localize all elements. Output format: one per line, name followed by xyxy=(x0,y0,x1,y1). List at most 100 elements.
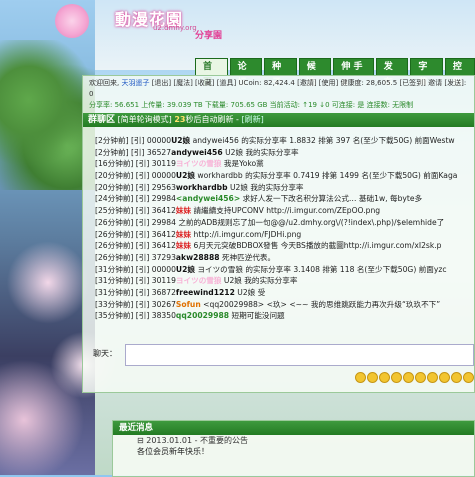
chat-message-list: [2分钟前] [引] 00000U2娘 andywei456 的实际分享率 1.… xyxy=(95,135,474,322)
message-time: [25分钟前] xyxy=(95,206,134,216)
message-user[interactable]: U2娘 xyxy=(176,265,195,274)
quote-link[interactable]: [引] xyxy=(136,194,150,203)
main-panel: 欢迎回来, 天羽遥子 [退出] [魔法] [收藏] [道具] UCoin: 82… xyxy=(82,75,475,393)
message-user[interactable]: ヨイツの雪狼 xyxy=(176,159,222,168)
smile-icon[interactable] xyxy=(379,372,390,383)
user-id: 30267 xyxy=(151,299,176,309)
message-user[interactable]: 妹妹 xyxy=(176,206,191,215)
nav-home[interactable]: 首 页 xyxy=(195,58,228,88)
user-id: 30119 xyxy=(151,159,176,169)
flower-icon xyxy=(55,4,89,38)
message-user[interactable]: freewind1212 xyxy=(176,288,235,297)
site-logo[interactable]: 動漫花園 u2.dmhy.org 分享園 xyxy=(55,4,225,41)
smile-icon[interactable] xyxy=(463,372,474,383)
quote-link[interactable]: [引] xyxy=(136,288,150,297)
message-time: [26分钟前] xyxy=(95,217,134,227)
quote-link[interactable]: [引] xyxy=(131,136,145,145)
quote-link[interactable]: [引] xyxy=(136,230,150,239)
nav-torrents[interactable]: 种 子 xyxy=(264,58,297,88)
smile-icon[interactable] xyxy=(451,372,462,383)
logo-domain: u2.dmhy.org xyxy=(153,24,197,32)
chat-auto-refresh: 秒后自动刷新 - xyxy=(185,115,239,124)
message-user[interactable]: akw28888 xyxy=(176,253,220,262)
chat-message: [2分钟前] [引] 00000U2娘 andywei456 的实际分享率 1.… xyxy=(95,135,474,147)
smile-icon[interactable] xyxy=(439,372,450,383)
quote-link[interactable]: [引] xyxy=(136,218,150,227)
message-text: <qq20029988> <玖> <~~ 我的思维跳跃能力再次升级“玖玖不下” xyxy=(203,299,441,309)
quote-link[interactable]: [引] xyxy=(131,148,145,157)
username-link[interactable]: 天羽遥子 xyxy=(121,79,149,87)
quote-link[interactable]: [引] xyxy=(136,159,150,168)
user-id: 36872 xyxy=(151,287,176,297)
message-user[interactable]: U2娘 xyxy=(176,171,195,180)
chat-refresh-link[interactable]: [刷新] xyxy=(241,115,263,124)
chat-countdown: 23 xyxy=(174,115,186,124)
message-text: 6月天元突破BDBOX發售 今天BS播放的截圖http://i.imgur.co… xyxy=(193,241,442,251)
message-time: [16分钟前] xyxy=(95,159,134,169)
smile-icon[interactable] xyxy=(391,372,402,383)
quote-link[interactable]: [引] xyxy=(136,265,150,274)
user-id: 38350 xyxy=(151,311,176,321)
message-text: 短期可能没问题 xyxy=(231,311,285,321)
user-id: 36412 xyxy=(151,206,176,216)
message-user[interactable]: 妹妹 xyxy=(176,241,191,250)
message-user[interactable]: Sofun xyxy=(176,300,201,309)
nav-control[interactable]: 控制 xyxy=(444,58,475,88)
message-text: 死神匹逆代表。 xyxy=(221,252,276,262)
message-time: [24分钟前] xyxy=(95,194,134,204)
smile-icon[interactable] xyxy=(403,372,414,383)
message-text: http://i.imgur.com/FJDHi.png xyxy=(193,229,302,239)
smile-icon[interactable] xyxy=(427,372,438,383)
nav-forum[interactable]: 论 坛 xyxy=(229,58,263,88)
quote-link[interactable]: [引] xyxy=(136,206,150,215)
chat-message: [25分钟前] [引] 36412妹妹 請繼續支持UPCONV http://i… xyxy=(95,205,474,217)
message-text: 之前的ADB规则忘了加一句@@/u2.dmhy.org\/(?!index\.p… xyxy=(178,217,445,227)
message-text: U2娘 受 xyxy=(237,287,266,297)
message-user[interactable]: ヨイツの雪狼 xyxy=(176,276,222,285)
user-info-bar: 欢迎回来, 天羽遥子 [退出] [魔法] [收藏] [道具] UCoin: 82… xyxy=(83,76,474,113)
message-user[interactable]: <andywei456> xyxy=(176,194,240,203)
message-text: U2娘 我的实际分享率 xyxy=(229,182,304,192)
message-user[interactable]: workhardbb xyxy=(176,183,228,192)
quote-link[interactable]: [引] xyxy=(136,171,150,180)
message-time: [2分钟前] xyxy=(95,147,129,157)
message-text: andywei456 的实际分享率 1.8832 排第 397 名(至少下载50… xyxy=(192,136,455,145)
message-time: [20分钟前] xyxy=(95,171,134,181)
message-user[interactable]: U2娘 xyxy=(171,136,190,145)
chat-message: [26分钟前] [引] 37293akw28888 死神匹逆代表。 xyxy=(95,252,474,264)
message-user[interactable]: andywei456 xyxy=(171,148,223,157)
chat-message: [20分钟前] [引] 29563workhardbb U2娘 我的实际分享率 xyxy=(95,182,474,194)
smile-icon[interactable] xyxy=(415,372,426,383)
quote-link[interactable]: [引] xyxy=(136,253,150,262)
message-user[interactable]: qq20029988 xyxy=(176,311,229,320)
message-time: [26分钟前] xyxy=(95,241,134,251)
message-time: [31分钟前] xyxy=(95,287,134,297)
message-user[interactable]: 妹妹 xyxy=(176,230,191,239)
chat-input[interactable] xyxy=(125,344,474,366)
user-info-line-2: 分享率: 56.651 上传量: 39.039 TB 下载量: 705.65 G… xyxy=(89,101,414,109)
chat-message: [31分钟前] [引] 36872freewind1212 U2娘 受 xyxy=(95,287,474,299)
quote-link[interactable]: [引] xyxy=(136,183,150,192)
nav-subtitles[interactable]: 字 幕 xyxy=(410,58,443,88)
chat-mode[interactable]: [简单轮询模式] xyxy=(118,115,172,124)
nav-upload[interactable]: 发 布 xyxy=(375,58,409,88)
nav-requests[interactable]: 伸 手 B xyxy=(333,58,374,88)
nav-candidates[interactable]: 候 选 xyxy=(298,58,332,88)
quote-link[interactable]: [引] xyxy=(136,300,150,309)
quote-link[interactable]: [引] xyxy=(136,241,150,250)
message-text: 求好人发一下改名积分算法公式… 基础1w, 每byte多 xyxy=(242,194,423,204)
chat-title: 群聊区 xyxy=(88,115,116,125)
quote-link[interactable]: [引] xyxy=(136,311,150,320)
logo-subtitle: 分享園 xyxy=(195,31,223,41)
user-id: 30119 xyxy=(151,276,176,286)
user-id: 29984 xyxy=(151,194,176,204)
quote-link[interactable]: [引] xyxy=(136,276,150,285)
news-body: 各位会员新年快乐！ xyxy=(137,447,209,456)
user-id: 36527 xyxy=(146,147,172,157)
news-item[interactable]: ⊟ 2013.01.01 - 不重要的公告 xyxy=(113,435,474,446)
message-time: [20分钟前] xyxy=(95,182,134,192)
message-text: ヨイツの雪狼 的实际分享率 3.1408 排第 118 名(至少下载50G) 前… xyxy=(197,264,447,274)
message-time: [26分钟前] xyxy=(95,229,134,239)
smile-icon[interactable] xyxy=(367,372,378,383)
smile-icon[interactable] xyxy=(355,372,366,383)
